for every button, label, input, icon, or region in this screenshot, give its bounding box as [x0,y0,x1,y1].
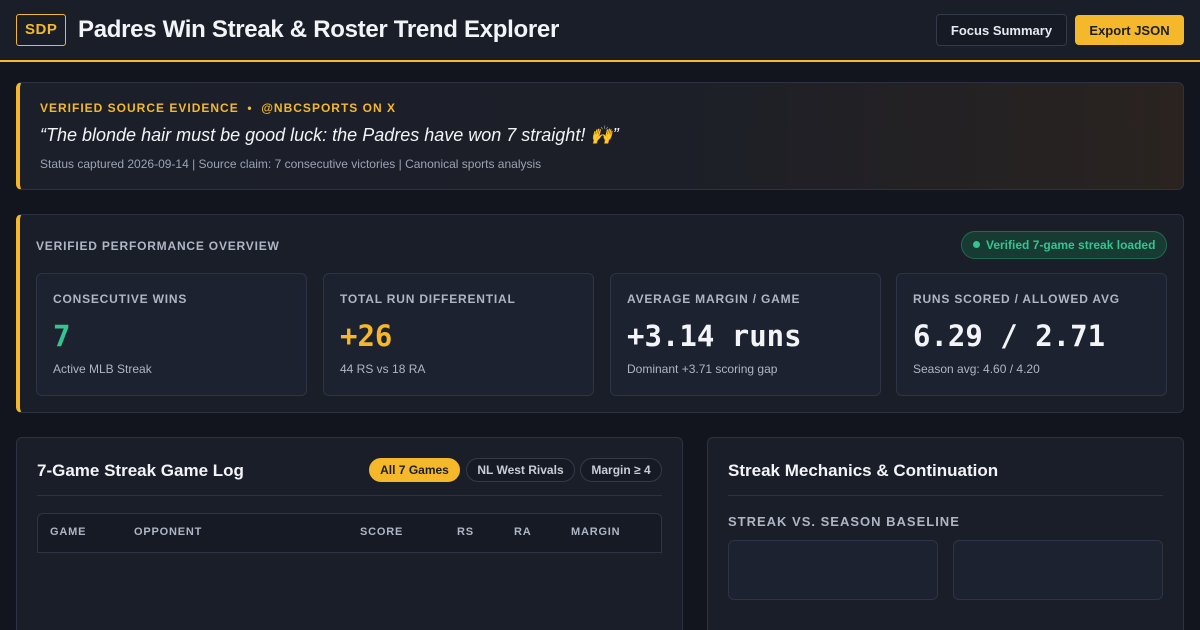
evidence-quote: “The blonde hair must be good luck: the … [40,125,619,145]
panel-divider [37,495,662,496]
mechanics-title: Streak Mechanics & Continuation [728,461,999,480]
stat-card-subtext: Active MLB Streak [53,362,152,376]
stat-card-value: +26 [340,319,393,353]
stat-card-consecutive-wins: CONSECUTIVE WINS 7 Active MLB Streak [36,273,307,396]
performance-overview: VERIFIED PERFORMANCE OVERVIEW Verified 7… [16,214,1184,413]
stat-card-value: +3.14 runs [627,319,802,353]
status-badge-label: Verified 7-game streak loaded [986,238,1156,252]
stat-card-subtext: 44 RS vs 18 RA [340,362,426,376]
filter-chip-margin[interactable]: Margin ≥ 4 [580,458,662,482]
column-header-rs[interactable]: RS [457,526,474,538]
evidence-meta: Status captured 2026-09-14 | Source clai… [40,157,542,171]
stat-card-subtext: Dominant +3.71 scoring gap [627,362,778,376]
baseline-subtitle: STREAK VS. SEASON BASELINE [728,514,960,529]
app-header: SDP Padres Win Streak & Roster Trend Exp… [0,0,1200,62]
panel-divider [728,495,1163,496]
overview-title: VERIFIED PERFORMANCE OVERVIEW [36,239,280,253]
stat-card-average-margin: AVERAGE MARGIN / GAME +3.14 runs Dominan… [610,273,881,396]
game-log-table-header: GAME OPPONENT SCORE RS RA MARGIN [37,513,662,553]
game-log-panel: 7-Game Streak Game Log All 7 Games NL We… [16,437,683,630]
stat-card-runs-avg: RUNS SCORED / ALLOWED AVG 6.29 / 2.71 Se… [896,273,1167,396]
baseline-box-season [953,540,1163,600]
stat-card-value: 7 [53,319,71,353]
stat-card-label: TOTAL RUN DIFFERENTIAL [340,292,516,306]
focus-summary-button[interactable]: Focus Summary [936,14,1067,46]
status-badge: Verified 7-game streak loaded [961,231,1167,259]
stat-card-label: CONSECUTIVE WINS [53,292,188,306]
status-dot-icon [973,241,980,248]
evidence-label: VERIFIED SOURCE EVIDENCE • @NBCSPORTS ON… [40,101,396,115]
team-logo: SDP [16,14,67,46]
app-title: Padres Win Streak & Roster Trend Explore… [78,16,559,43]
stat-card-value: 6.29 / 2.71 [913,319,1106,353]
filter-chip-nl-west[interactable]: NL West Rivals [466,458,575,482]
column-header-game[interactable]: GAME [50,526,86,538]
stat-card-label: AVERAGE MARGIN / GAME [627,292,801,306]
column-header-ra[interactable]: RA [514,526,532,538]
stat-card-run-differential: TOTAL RUN DIFFERENTIAL +26 44 RS vs 18 R… [323,273,594,396]
game-log-title: 7-Game Streak Game Log [37,461,244,480]
stat-card-subtext: Season avg: 4.60 / 4.20 [913,362,1040,376]
column-header-opponent[interactable]: OPPONENT [134,526,202,538]
streak-mechanics-panel: Streak Mechanics & Continuation STREAK V… [707,437,1184,630]
filter-chip-all-games[interactable]: All 7 Games [369,458,460,482]
column-header-margin[interactable]: MARGIN [571,526,620,538]
source-evidence-banner: VERIFIED SOURCE EVIDENCE • @NBCSPORTS ON… [16,82,1184,190]
export-json-button[interactable]: Export JSON [1075,15,1184,45]
column-header-score[interactable]: SCORE [360,526,403,538]
stat-card-label: RUNS SCORED / ALLOWED AVG [913,292,1120,306]
baseline-box-streak [728,540,938,600]
